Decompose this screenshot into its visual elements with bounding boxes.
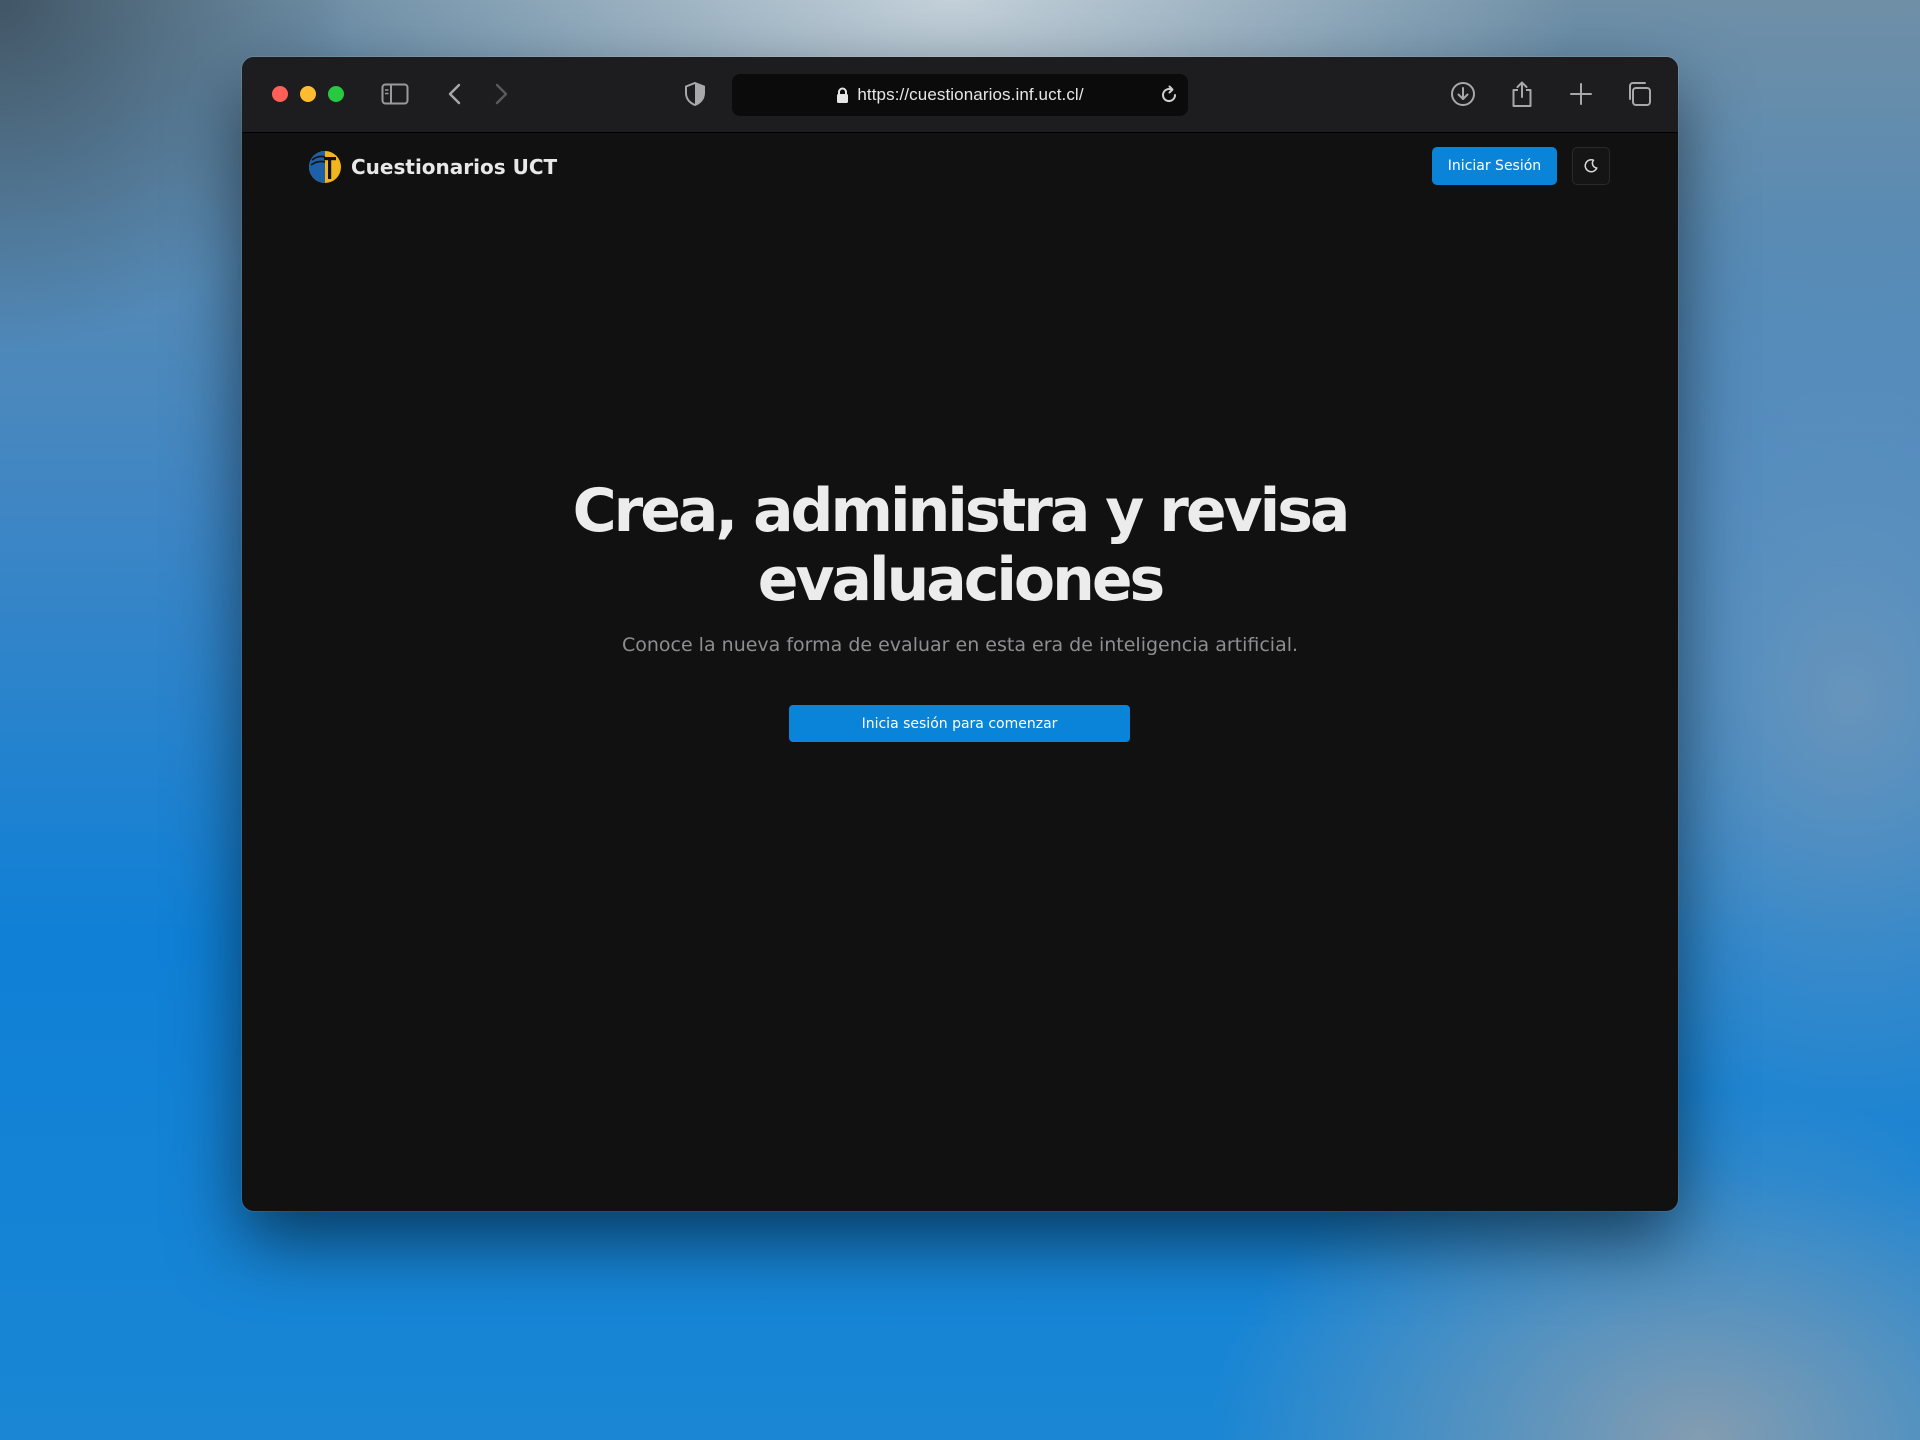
hero-title: Crea, administra y revisa evaluaciones <box>242 477 1678 615</box>
brand-link[interactable]: Cuestionarios UCT <box>308 147 557 187</box>
minimize-window-button[interactable] <box>300 86 316 102</box>
address-bar-content: https://cuestionarios.inf.uct.cl/ <box>732 74 1188 116</box>
hero-title-line-2: evaluaciones <box>757 545 1166 615</box>
back-icon[interactable] <box>440 79 470 109</box>
reload-icon[interactable] <box>1158 84 1180 106</box>
hero-subtitle: Conoce la nueva forma de evaluar en esta… <box>621 634 1299 656</box>
lock-icon <box>836 87 849 104</box>
hero-title-line-1: Crea, administra y revisa <box>572 476 1351 546</box>
zoom-window-button[interactable] <box>328 86 344 102</box>
url-text: https://cuestionarios.inf.uct.cl/ <box>857 85 1084 104</box>
brand-logo-icon <box>309 151 341 183</box>
address-bar[interactable]: https://cuestionarios.inf.uct.cl/ <box>732 74 1188 116</box>
brand-name: Cuestionarios UCT <box>351 155 558 179</box>
download-icon[interactable] <box>1448 79 1478 109</box>
moon-icon <box>1584 159 1598 173</box>
browser-window: https://cuestionarios.inf.uct.cl/ Cuesti… <box>242 57 1678 1211</box>
theme-toggle-button[interactable] <box>1572 147 1610 185</box>
share-icon[interactable] <box>1507 79 1537 109</box>
close-window-button[interactable] <box>272 86 288 102</box>
tabs-overview-icon[interactable] <box>1624 79 1654 109</box>
shield-icon[interactable] <box>680 79 710 109</box>
browser-toolbar: https://cuestionarios.inf.uct.cl/ <box>242 57 1678 133</box>
sidebar-icon[interactable] <box>380 79 410 109</box>
forward-icon[interactable] <box>486 79 516 109</box>
signin-button[interactable]: Iniciar Sesión <box>1432 147 1557 185</box>
new-tab-icon[interactable] <box>1566 79 1596 109</box>
start-signin-button[interactable]: Inicia sesión para comenzar <box>789 705 1130 742</box>
